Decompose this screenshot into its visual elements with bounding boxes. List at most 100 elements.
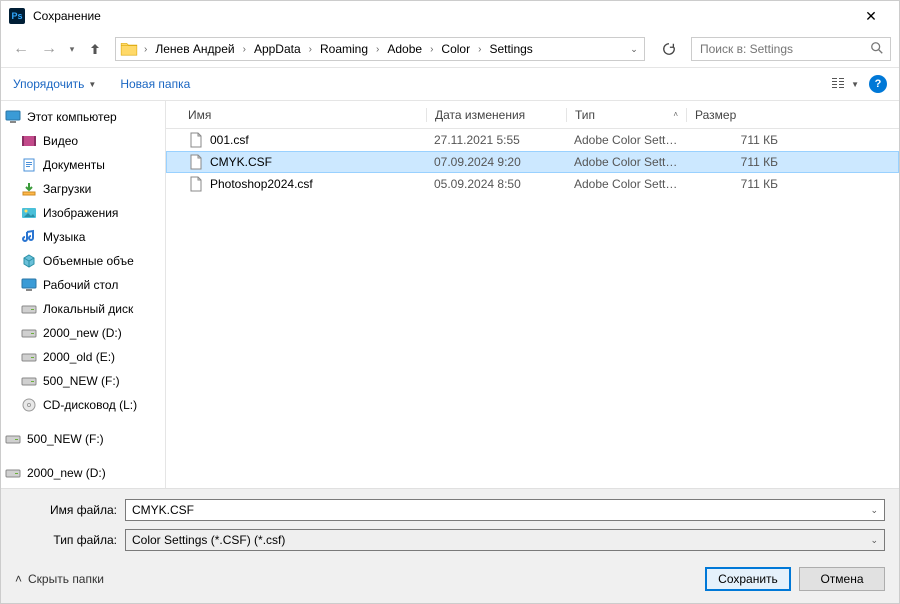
sidebar-label: Этот компьютер: [27, 110, 117, 124]
sidebar-label: Загрузки: [43, 182, 91, 196]
sidebar-item[interactable]: Объемные объе: [1, 249, 165, 273]
sidebar-item[interactable]: Рабочий стол: [1, 273, 165, 297]
column-type[interactable]: Тип˄: [566, 108, 686, 122]
sidebar-item[interactable]: Музыка: [1, 225, 165, 249]
sidebar-item[interactable]: Загрузки: [1, 177, 165, 201]
disk-icon: [21, 349, 37, 365]
history-dropdown[interactable]: ▾: [65, 37, 79, 61]
chevron-down-icon: ▼: [88, 80, 96, 89]
search-icon: [870, 41, 884, 58]
sidebar-item[interactable]: 2000_new (D:): [1, 321, 165, 345]
sidebar-label: Музыка: [43, 230, 85, 244]
file-list: 001.csf 27.11.2021 5:55 Adobe Color Sett…: [166, 129, 899, 488]
breadcrumb-item[interactable]: Color: [437, 40, 474, 58]
chevron-right-icon: ›: [140, 44, 151, 55]
up-button[interactable]: [83, 37, 107, 61]
search-box[interactable]: [691, 37, 891, 61]
filename-input[interactable]: CMYK.CSF ⌄: [125, 499, 885, 521]
hide-folders-toggle[interactable]: ˄ Скрыть папки: [15, 572, 104, 586]
filetype-select[interactable]: Color Settings (*.CSF) (*.csf) ⌄: [125, 529, 885, 551]
breadcrumb-item[interactable]: Roaming: [316, 40, 372, 58]
sidebar-item[interactable]: CD-дисковод (L:): [1, 393, 165, 417]
search-input[interactable]: [698, 41, 870, 57]
sidebar-item[interactable]: 500_NEW (F:): [1, 427, 165, 451]
music-icon: [21, 229, 37, 245]
filetype-label: Тип файла:: [15, 533, 125, 547]
sidebar-label: 2000_new (D:): [27, 466, 106, 480]
organize-label: Упорядочить: [13, 77, 84, 91]
file-name-cell: Photoshop2024.csf: [180, 176, 426, 192]
new-folder-button[interactable]: Новая папка: [120, 77, 190, 91]
filetype-value: Color Settings (*.CSF) (*.csf): [132, 533, 285, 547]
file-date: 07.09.2024 9:20: [426, 155, 566, 169]
column-headers: Имя Дата изменения Тип˄ Размер: [166, 101, 899, 129]
sidebar-root[interactable]: Этот компьютер: [1, 105, 165, 129]
breadcrumb-item[interactable]: Settings: [485, 40, 536, 58]
file-icon: [188, 176, 204, 192]
sidebar-label: Видео: [43, 134, 78, 148]
disk-icon: [5, 431, 21, 447]
file-name: CMYK.CSF: [210, 155, 272, 169]
file-name: Photoshop2024.csf: [210, 177, 313, 191]
sidebar-item[interactable]: Локальный диск: [1, 297, 165, 321]
file-date: 05.09.2024 8:50: [426, 177, 566, 191]
organize-button[interactable]: Упорядочить ▼: [13, 77, 96, 91]
sidebar: Этот компьютер Видео Документы Загрузки Изоб…: [1, 101, 166, 488]
sidebar-item[interactable]: 2000_new (D:): [1, 461, 165, 485]
photoshop-icon: Ps: [9, 8, 25, 24]
chevron-down-icon: ▼: [851, 80, 859, 89]
file-row[interactable]: 001.csf 27.11.2021 5:55 Adobe Color Sett…: [166, 129, 899, 151]
breadcrumb-item[interactable]: Adobe: [383, 40, 426, 58]
sidebar-label: 500_NEW (F:): [27, 432, 104, 446]
disk-icon: [21, 325, 37, 341]
sidebar-item[interactable]: Документы: [1, 153, 165, 177]
disk-icon: [21, 301, 37, 317]
column-date[interactable]: Дата изменения: [426, 108, 566, 122]
sidebar-item[interactable]: Изображения: [1, 201, 165, 225]
sidebar-label: Объемные объе: [43, 254, 134, 268]
file-row[interactable]: Photoshop2024.csf 05.09.2024 8:50 Adobe …: [166, 173, 899, 195]
filename-label: Имя файла:: [15, 503, 125, 517]
sidebar-label: 500_NEW (F:): [43, 374, 120, 388]
column-name[interactable]: Имя: [180, 108, 426, 122]
save-button[interactable]: Сохранить: [705, 567, 791, 591]
chevron-down-icon[interactable]: ⌄: [870, 505, 878, 516]
breadcrumb-dropdown[interactable]: ⌄: [626, 44, 642, 55]
breadcrumb-item[interactable]: AppData: [250, 40, 305, 58]
view-mode-button[interactable]: ▼: [831, 77, 859, 91]
file-name: 001.csf: [210, 133, 249, 147]
file-type: Adobe Color Setti...: [566, 177, 686, 191]
sidebar-label: CD-дисковод (L:): [43, 398, 137, 412]
disk-icon: [5, 465, 21, 481]
sidebar-item[interactable]: 2000_old (E:): [1, 345, 165, 369]
sidebar-label: 2000_new (D:): [43, 326, 122, 340]
chevron-up-icon: ˄: [15, 572, 22, 586]
chevron-right-icon: ›: [372, 44, 383, 55]
column-size[interactable]: Размер: [686, 108, 786, 122]
sidebar-item[interactable]: Видео: [1, 129, 165, 153]
file-row[interactable]: CMYK.CSF 07.09.2024 9:20 Adobe Color Set…: [166, 151, 899, 173]
chevron-down-icon[interactable]: ⌄: [870, 535, 878, 546]
disk-icon: [21, 373, 37, 389]
chevron-right-icon: ›: [239, 44, 250, 55]
forward-button[interactable]: →: [37, 37, 61, 61]
breadcrumb[interactable]: › Ленев Андрей › AppData › Roaming › Ado…: [115, 37, 645, 61]
cancel-button[interactable]: Отмена: [799, 567, 885, 591]
refresh-button[interactable]: [657, 37, 681, 61]
back-button[interactable]: ←: [9, 37, 33, 61]
close-button[interactable]: ✕: [851, 8, 891, 25]
file-size: 711 КБ: [686, 155, 786, 169]
cd-icon: [21, 397, 37, 413]
file-size: 711 КБ: [686, 177, 786, 191]
navbar: ← → ▾ › Ленев Андрей › AppData › Roaming…: [1, 31, 899, 67]
sidebar-label: Документы: [43, 158, 105, 172]
file-icon: [188, 154, 204, 170]
sidebar-label: Локальный диск: [43, 302, 133, 316]
help-button[interactable]: ?: [869, 75, 887, 93]
sidebar-label: 2000_old (E:): [43, 350, 115, 364]
sidebar-item[interactable]: 500_NEW (F:): [1, 369, 165, 393]
breadcrumb-item[interactable]: Ленев Андрей: [151, 40, 238, 58]
file-date: 27.11.2021 5:55: [426, 133, 566, 147]
sidebar-label: Изображения: [43, 206, 118, 220]
save-dialog: Ps Сохранение ✕ ← → ▾ › Ленев Андрей › A…: [0, 0, 900, 604]
